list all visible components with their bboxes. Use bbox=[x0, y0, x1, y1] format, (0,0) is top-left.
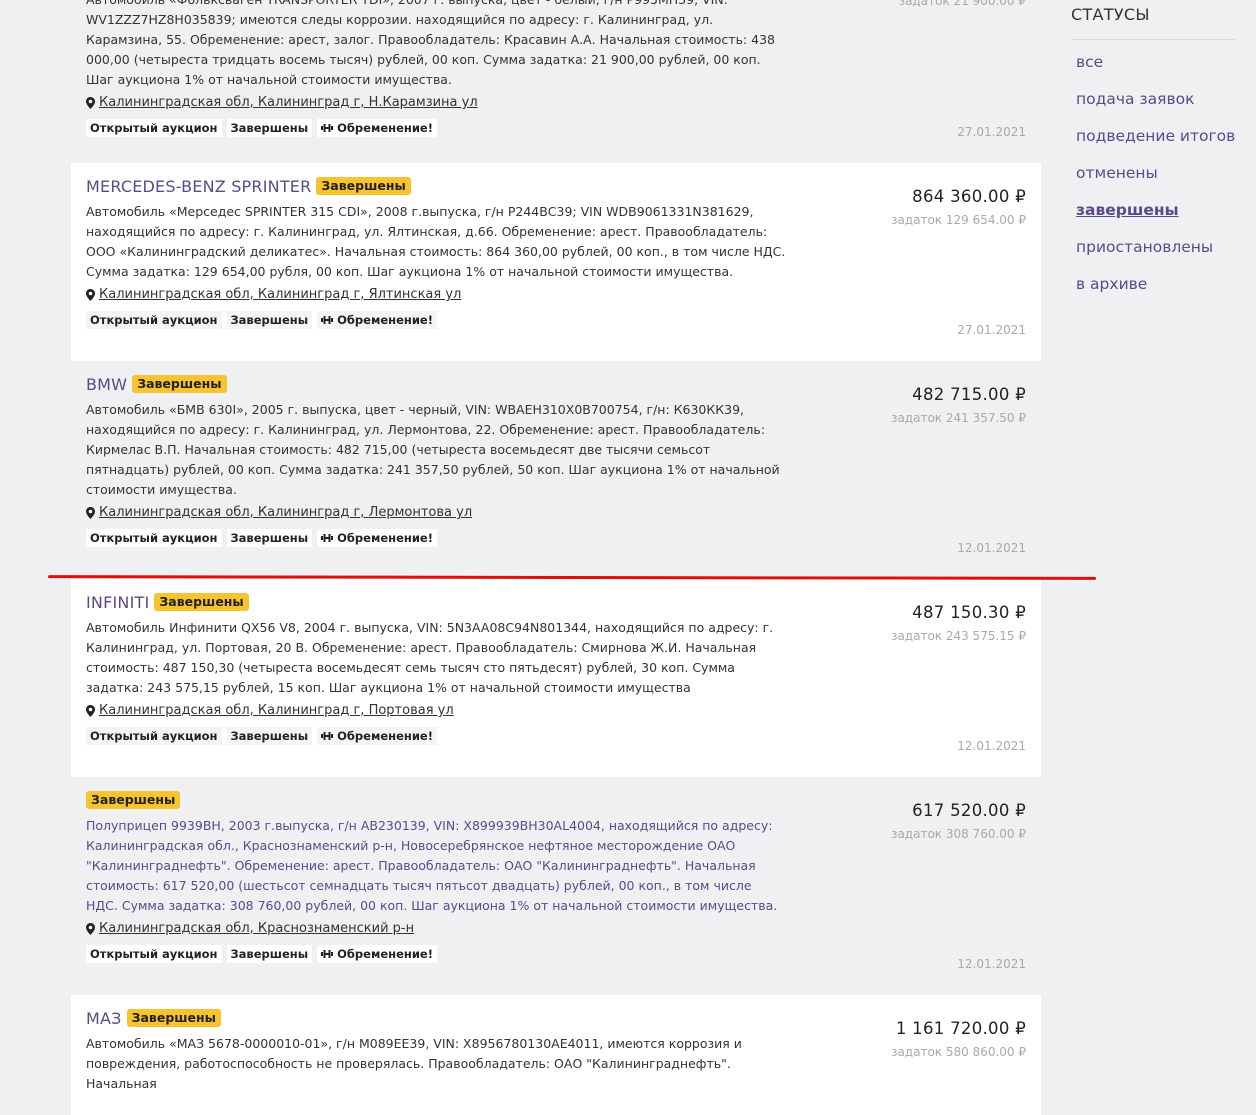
tag-encumbrance: Обременение! bbox=[317, 529, 437, 547]
tag-encumbrance-label: Обременение! bbox=[337, 531, 433, 545]
lot-date: 12.01.2021 bbox=[957, 739, 1026, 753]
status-filter-archive[interactable]: в архиве bbox=[1076, 274, 1256, 311]
lot-deposit: задаток 241 357.50 ₽ bbox=[891, 411, 1026, 425]
lot-deposit: задаток 129 654.00 ₽ bbox=[891, 213, 1026, 227]
lot-price: 864 360.00 ₽ bbox=[912, 187, 1026, 206]
lot-date: 27.01.2021 bbox=[957, 125, 1026, 139]
map-marker-icon bbox=[86, 923, 95, 935]
status-badge: Завершены bbox=[316, 177, 411, 195]
status-sidebar: СТАТУСЫ все подача заявок подведение ито… bbox=[1071, 0, 1256, 311]
lot-tags: Открытый аукцион Завершены Обременение! bbox=[86, 529, 1026, 547]
tag-status: Завершены bbox=[226, 119, 313, 137]
lot-description: Автомобиль «Фольксваген TRANSPORTER TDI»… bbox=[86, 0, 775, 87]
tag-encumbrance: Обременение! bbox=[317, 945, 437, 963]
lot-address: Калининградская обл, Краснознаменский р-… bbox=[99, 921, 415, 936]
lot-tags: Открытый аукцион Завершены Обременение! bbox=[86, 311, 1026, 329]
tag-encumbrance: Обременение! bbox=[317, 311, 437, 329]
tag-encumbrance-label: Обременение! bbox=[337, 313, 433, 327]
lot-date: 12.01.2021 bbox=[957, 541, 1026, 555]
lot-address: Калининградская обл, Калининград г, Лерм… bbox=[99, 505, 473, 520]
dumbbell-icon bbox=[321, 950, 334, 958]
lot-price: 617 520.00 ₽ bbox=[912, 801, 1026, 820]
lot-address-link[interactable]: Калининградская обл, Калининград г, Н.Ка… bbox=[86, 93, 1026, 113]
lot-description: Автомобиль «МАЗ 5678-0000010-01», г/н М0… bbox=[86, 1036, 742, 1091]
lot-deposit: задаток 243 575.15 ₽ bbox=[891, 629, 1026, 643]
lot-title[interactable]: МАЗ bbox=[86, 1009, 122, 1028]
map-marker-icon bbox=[86, 289, 95, 301]
lot-price: 1 161 720.00 ₽ bbox=[895, 1019, 1026, 1038]
lot-card[interactable]: BMW Завершены 482 715.00 ₽ задаток 241 3… bbox=[71, 361, 1041, 579]
tag-encumbrance-label: Обременение! bbox=[337, 729, 433, 743]
lot-deposit: задаток 580 860.00 ₽ bbox=[891, 1045, 1026, 1059]
lot-price: 482 715.00 ₽ bbox=[912, 385, 1026, 404]
lot-tags: Открытый аукцион Завершены Обременение! bbox=[86, 727, 1026, 745]
map-marker-icon bbox=[86, 507, 95, 519]
tag-status: Завершены bbox=[226, 945, 313, 963]
lot-tags: Открытый аукцион Завершены Обременение! bbox=[86, 119, 1026, 137]
lot-card[interactable]: MERCEDES-BENZ SPRINTER Завершены 864 360… bbox=[71, 163, 1041, 361]
status-filter-completed[interactable]: завершены bbox=[1076, 200, 1256, 237]
map-marker-icon bbox=[86, 97, 95, 109]
dumbbell-icon bbox=[321, 534, 334, 542]
tag-auction-type: Открытый аукцион bbox=[86, 529, 222, 547]
lot-tags: Открытый аукцион Завершены Обременение! bbox=[86, 945, 1026, 963]
tag-auction-type: Открытый аукцион bbox=[86, 311, 222, 329]
lot-description: Автомобиль Инфинити QX56 V8, 2004 г. вып… bbox=[86, 620, 774, 695]
status-filter-applications[interactable]: подача заявок bbox=[1076, 89, 1256, 126]
tag-auction-type: Открытый аукцион bbox=[86, 727, 222, 745]
status-filter-list: все подача заявок подведение итогов отме… bbox=[1076, 52, 1256, 311]
lot-title[interactable]: MERCEDES-BENZ SPRINTER bbox=[86, 177, 311, 196]
lot-address: Калининградская обл, Калининград г, Ялти… bbox=[99, 287, 462, 302]
lot-date: 27.01.2021 bbox=[957, 323, 1026, 337]
map-marker-icon bbox=[86, 705, 95, 717]
lot-card[interactable]: МАЗ Завершены 1 161 720.00 ₽ задаток 580… bbox=[71, 995, 1041, 1115]
tag-status: Завершены bbox=[226, 529, 313, 547]
tag-encumbrance: Обременение! bbox=[317, 727, 437, 745]
status-filter-results[interactable]: подведение итогов bbox=[1076, 126, 1256, 163]
sidebar-divider bbox=[1071, 39, 1236, 40]
lot-description: Автомобиль «БМВ 630I», 2005 г. выпуска, … bbox=[86, 402, 780, 497]
status-filter-all[interactable]: все bbox=[1076, 52, 1256, 89]
tag-auction-type: Открытый аукцион bbox=[86, 119, 222, 137]
sidebar-heading: СТАТУСЫ bbox=[1071, 5, 1150, 24]
lot-address-link[interactable]: Калининградская обл, Калининград г, Порт… bbox=[86, 701, 1026, 721]
lot-date: 12.01.2021 bbox=[957, 957, 1026, 971]
lot-description[interactable]: Полуприцеп 9939ВН, 2003 г.выпуска, г/н А… bbox=[86, 816, 786, 916]
status-badge: Завершены bbox=[154, 593, 249, 611]
tag-encumbrance: Обременение! bbox=[317, 119, 437, 137]
lot-title[interactable]: INFINITI bbox=[86, 593, 149, 612]
lot-list: задаток 21 900.00 ₽ Автомобиль «Фольксва… bbox=[71, 0, 1041, 1115]
status-filter-cancelled[interactable]: отменены bbox=[1076, 163, 1256, 200]
dumbbell-icon bbox=[321, 124, 334, 132]
tag-auction-type: Открытый аукцион bbox=[86, 945, 222, 963]
lot-price: 487 150.30 ₽ bbox=[912, 603, 1026, 622]
tag-encumbrance-label: Обременение! bbox=[337, 121, 433, 135]
tag-status: Завершены bbox=[226, 311, 313, 329]
status-badge: Завершены bbox=[86, 791, 181, 809]
lot-address-link[interactable]: Калининградская обл, Краснознаменский р-… bbox=[86, 919, 1026, 939]
lot-deposit: задаток 21 900.00 ₽ bbox=[898, 0, 1026, 8]
tag-encumbrance-label: Обременение! bbox=[337, 947, 433, 961]
lot-card[interactable]: Завершены 617 520.00 ₽ задаток 308 760.0… bbox=[71, 777, 1041, 995]
lot-description: Автомобиль «Мерседес SPRINTER 315 CDI», … bbox=[86, 204, 786, 279]
lot-address: Калининградская обл, Калининград г, Порт… bbox=[99, 703, 454, 718]
dumbbell-icon bbox=[321, 316, 334, 324]
lot-title[interactable]: BMW bbox=[86, 375, 127, 394]
lot-address: Калининградская обл, Калининград г, Н.Ка… bbox=[99, 95, 478, 110]
status-filter-suspended[interactable]: приостановлены bbox=[1076, 237, 1256, 274]
lot-card[interactable]: задаток 21 900.00 ₽ Автомобиль «Фольксва… bbox=[71, 0, 1041, 163]
lot-card[interactable]: INFINITI Завершены 487 150.30 ₽ задаток … bbox=[71, 579, 1041, 777]
dumbbell-icon bbox=[321, 732, 334, 740]
status-badge: Завершены bbox=[126, 1009, 221, 1027]
lot-address-link[interactable]: Калининградская обл, Калининград г, Ялти… bbox=[86, 285, 1026, 305]
tag-status: Завершены bbox=[226, 727, 313, 745]
lot-address-link[interactable]: Калининградская обл, Калининград г, Лерм… bbox=[86, 503, 1026, 523]
lot-deposit: задаток 308 760.00 ₽ bbox=[891, 827, 1026, 841]
status-badge: Завершены bbox=[132, 375, 227, 393]
